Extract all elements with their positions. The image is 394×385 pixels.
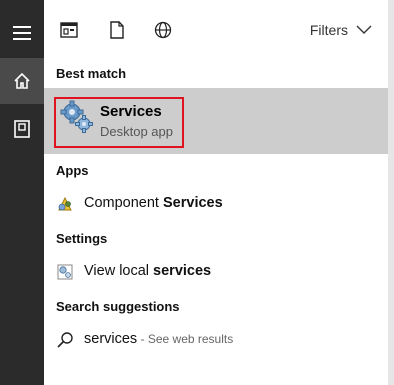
documents-icon: [110, 20, 124, 44]
search-results-panel: Filters Best match Services Desktop app …: [44, 0, 388, 385]
best-match-heading: Best match: [56, 66, 127, 81]
filters-dropdown[interactable]: Filters: [310, 22, 372, 38]
home-icon: [13, 72, 31, 90]
filters-label: Filters: [309, 22, 348, 38]
setting-name-prefix: View local: [84, 263, 154, 279]
web-tab[interactable]: [152, 21, 174, 43]
services-gears-icon: [60, 100, 94, 139]
home-button[interactable]: [0, 58, 44, 104]
app-name-prefix: Component: [84, 195, 163, 211]
search-suggestions-heading: Search suggestions: [56, 299, 180, 314]
best-match-title: Services: [100, 103, 162, 120]
web-globe-icon: [154, 21, 172, 44]
setting-name-highlight: services: [153, 263, 212, 279]
list-item-view-local-services[interactable]: View local services: [44, 255, 388, 289]
list-item-component-services[interactable]: Component Services: [44, 187, 388, 221]
component-services-icon: [56, 195, 74, 213]
documents-tab[interactable]: [106, 20, 128, 44]
app-name-highlight: Services: [163, 195, 223, 211]
documents-button[interactable]: [0, 106, 44, 152]
suggestion-query: services: [84, 331, 138, 347]
best-match-subtitle: Desktop app: [100, 124, 173, 139]
settings-services-icon: [56, 263, 74, 281]
search-icon: [56, 331, 74, 349]
suggestion-hint: - See web results: [137, 332, 234, 346]
hamburger-icon: [13, 26, 31, 40]
left-rail: [0, 0, 44, 385]
apps-icon: [60, 21, 78, 43]
background-strip: [388, 0, 394, 385]
apps-heading: Apps: [56, 163, 89, 178]
chevron-down-icon: [356, 22, 372, 38]
document-icon: [14, 120, 30, 138]
best-match-item[interactable]: Services Desktop app: [44, 88, 388, 154]
settings-heading: Settings: [56, 231, 108, 246]
top-toolbar: Filters: [44, 0, 388, 60]
apps-tab[interactable]: [58, 21, 80, 43]
list-item-web-suggestion[interactable]: services - See web results: [44, 323, 388, 357]
menu-button[interactable]: [0, 10, 44, 56]
